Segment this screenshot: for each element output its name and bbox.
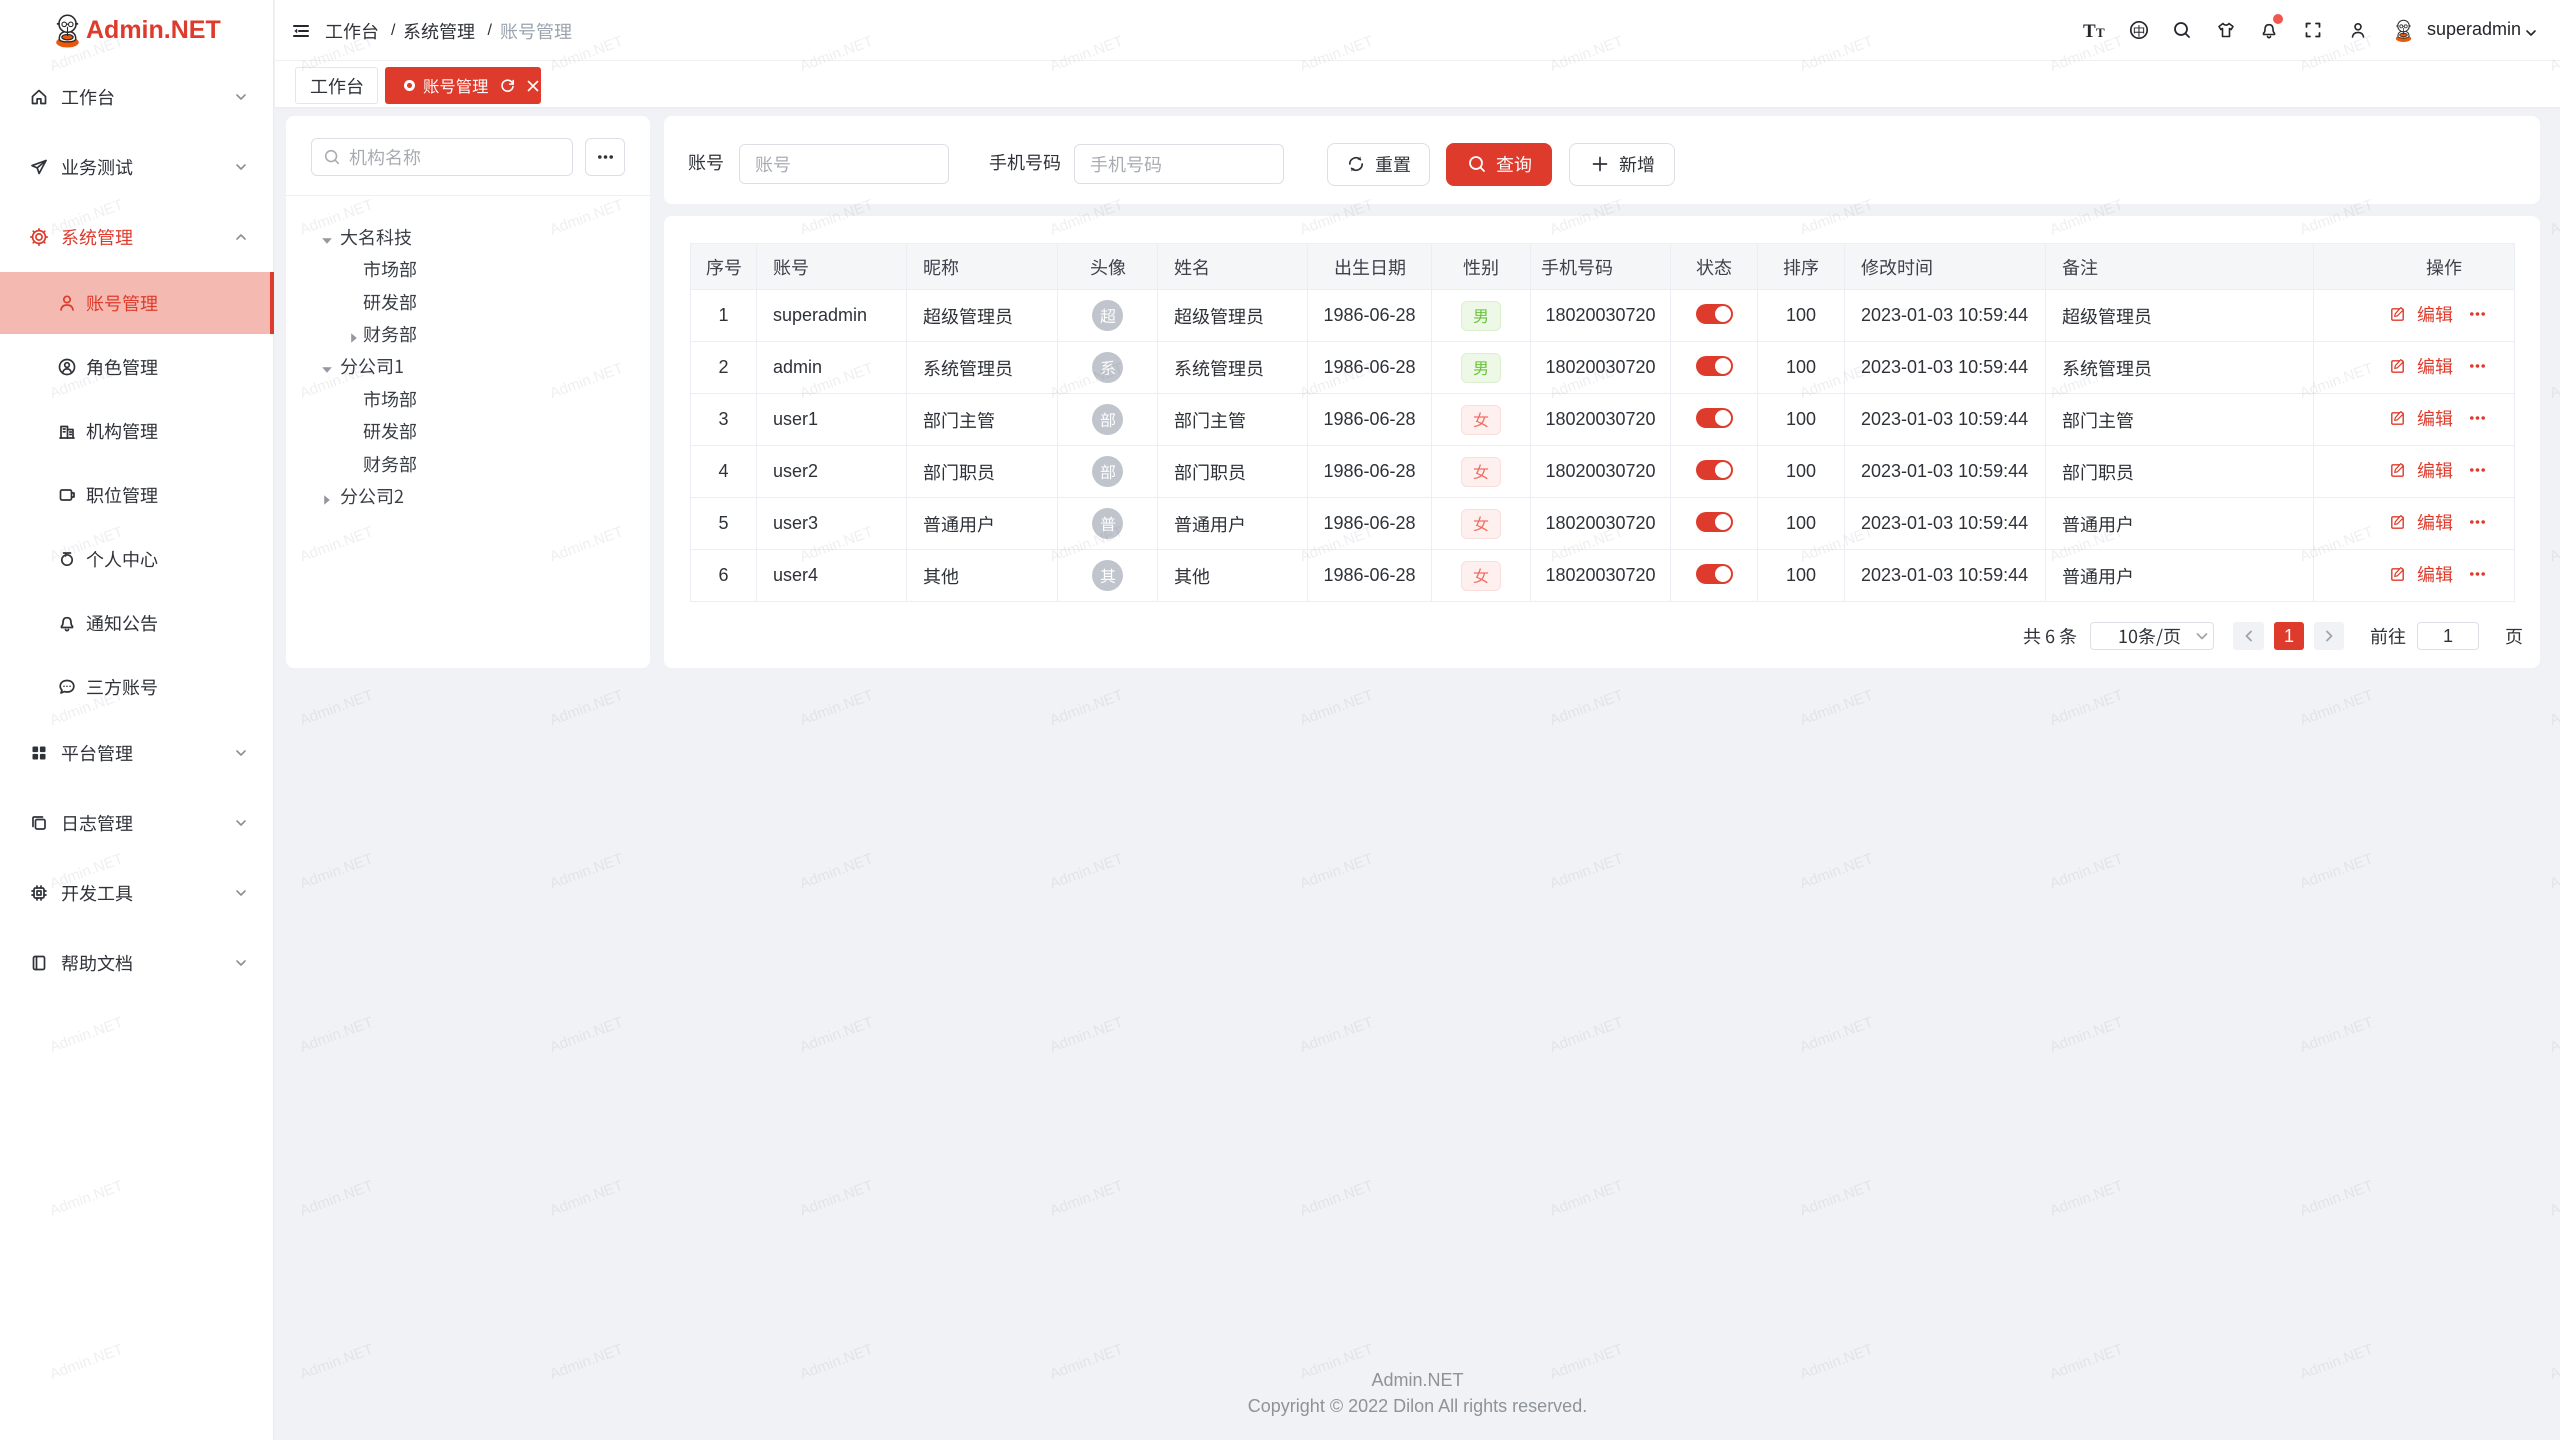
svg-text:T: T [2096,25,2105,40]
svg-text:T: T [2083,21,2096,42]
